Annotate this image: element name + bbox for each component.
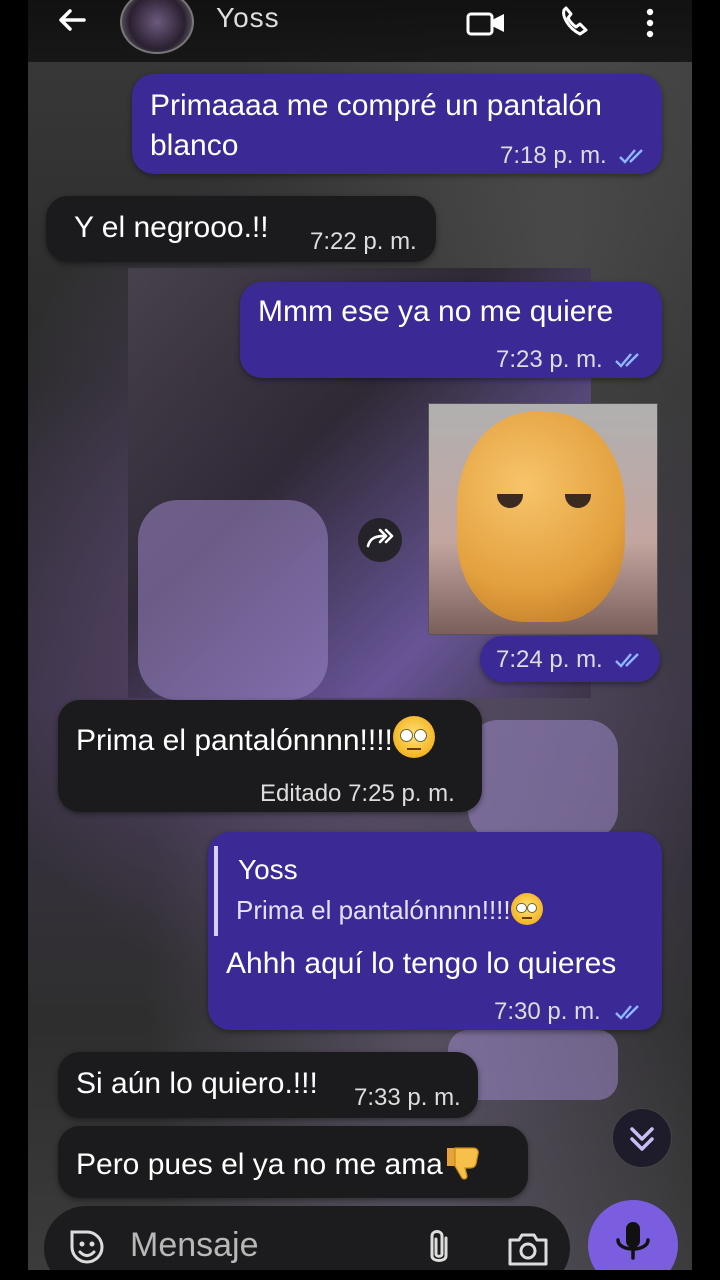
sticker-character xyxy=(457,412,625,622)
reply-author: Yoss xyxy=(238,854,298,885)
reply-text: Prima el pantalónnnn!!!! xyxy=(236,895,511,925)
thumbs-down-emoji-icon xyxy=(446,1147,479,1180)
reply-quote[interactable]: Yoss Prima el pantalónnnn!!!! xyxy=(214,846,658,936)
message-text: Mmm ese ya no me quiere xyxy=(258,295,614,328)
contact-avatar[interactable] xyxy=(120,0,194,54)
message-time: 7:23 p. m. xyxy=(496,346,603,373)
sticker-time-badge: 7:24 p. m. xyxy=(480,636,660,682)
microphone-icon xyxy=(616,1222,650,1260)
read-ticks-icon xyxy=(615,653,639,668)
message-input[interactable]: Mensaje xyxy=(130,1226,259,1265)
message-time: 7:18 p. m. xyxy=(500,142,607,169)
camera-icon[interactable] xyxy=(506,1230,550,1268)
phone-call-icon[interactable] xyxy=(556,4,592,40)
message-text: Prima el pantalónnnn!!!! xyxy=(76,724,393,757)
message-bubble-incoming[interactable]: Pero pues el ya no me ama xyxy=(58,1126,528,1198)
edited-label: Editado xyxy=(260,780,342,807)
rolling-eyes-emoji-icon xyxy=(392,716,435,758)
read-ticks-icon xyxy=(615,353,639,368)
video-call-icon[interactable] xyxy=(466,6,506,36)
message-time: 7:25 p. m. xyxy=(348,780,455,807)
rolling-eyes-emoji-icon xyxy=(510,893,543,925)
message-bubble-incoming[interactable]: Prima el pantalónnnn!!!! Editado 7:25 p.… xyxy=(58,700,482,812)
bottom-edge xyxy=(0,1270,720,1280)
message-composer[interactable] xyxy=(44,1206,570,1280)
message-bubble-incoming[interactable]: Si aún lo quiero.!!! 7:33 p. m. xyxy=(58,1052,478,1118)
read-ticks-icon xyxy=(615,1005,639,1020)
wallpaper-accent xyxy=(468,720,618,840)
message-time-row: Editado 7:25 p. m. xyxy=(260,780,455,808)
read-ticks-icon xyxy=(619,149,643,164)
message-text: Si aún lo quiero.!!! xyxy=(76,1067,318,1100)
paperclip-icon[interactable] xyxy=(422,1226,456,1270)
chat-screen: Yoss Primaaaa me compré un pantalón blan… xyxy=(28,0,692,1280)
chat-header: Yoss xyxy=(28,0,692,62)
message-text: Y el negrooo.!! xyxy=(74,211,269,244)
wallpaper-accent xyxy=(138,500,328,700)
message-time: 7:30 p. m. xyxy=(494,998,601,1025)
contact-name[interactable]: Yoss xyxy=(216,2,280,34)
message-text: Pero pues el ya no me ama xyxy=(76,1148,443,1181)
voice-record-button[interactable] xyxy=(588,1200,678,1280)
message-bubble-outgoing[interactable]: Mmm ese ya no me quiere 7:23 p. m. xyxy=(240,282,662,378)
message-text: blanco xyxy=(150,129,239,162)
message-bubble-outgoing[interactable]: Primaaaa me compré un pantalón blanco 7:… xyxy=(132,74,662,174)
message-time: 7:22 p. m. xyxy=(310,228,417,255)
message-text: Ahhh aquí lo tengo lo quieres xyxy=(226,947,617,980)
sticker-image[interactable] xyxy=(428,403,658,635)
message-bubble-incoming[interactable]: Y el negrooo.!! 7:22 p. m. xyxy=(46,196,436,262)
message-text: Primaaaa me compré un pantalón xyxy=(150,89,602,122)
more-vert-icon[interactable] xyxy=(640,6,660,40)
reply-text-row: Prima el pantalónnnn!!!! xyxy=(236,890,543,930)
message-time: 7:33 p. m. xyxy=(354,1084,461,1111)
scroll-to-bottom-button[interactable] xyxy=(612,1108,672,1168)
back-arrow-icon[interactable] xyxy=(54,2,90,38)
emoji-sticker-icon[interactable] xyxy=(66,1226,108,1268)
message-text-row: Pero pues el ya no me ama xyxy=(76,1142,483,1185)
message-text-row: Prima el pantalónnnn!!!! xyxy=(76,716,435,761)
forward-icon[interactable] xyxy=(358,518,402,562)
message-time: 7:24 p. m. xyxy=(496,646,603,673)
